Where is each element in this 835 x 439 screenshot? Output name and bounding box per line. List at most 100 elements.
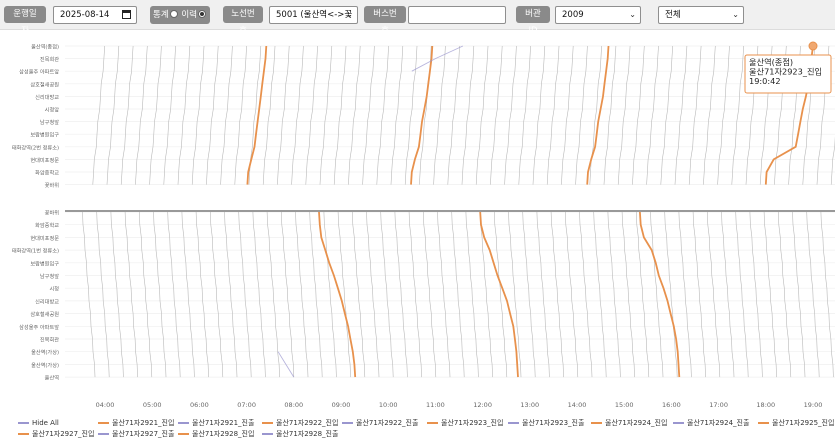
bus-trace-line (281, 211, 295, 378)
legend-swatch (342, 422, 353, 424)
bus-trace-line (195, 211, 209, 378)
filter-select[interactable]: 전체 ⌄ (658, 6, 744, 24)
legend-item[interactable]: 울산71자2923_진입 (427, 418, 503, 428)
stop-label: 태화강역(1번 정류소) (12, 247, 59, 255)
legend-swatch (591, 422, 602, 424)
x-tick-label: 06:00 (190, 401, 209, 409)
bus-trace-line (703, 45, 716, 185)
legend-item[interactable]: Hide All (18, 418, 59, 428)
legend-item[interactable]: 울산71자2924_진입 (591, 418, 667, 428)
bus-trace-line (266, 211, 280, 378)
chevron-down-icon: ⌄ (732, 10, 739, 19)
route-select[interactable]: 5001 (울산역<->꽃 ⌄ (269, 6, 358, 24)
stop-label: 삼호철새공원 (30, 310, 59, 318)
bus-trace-line (475, 45, 489, 185)
bus-trace-line (153, 211, 167, 378)
legend-item[interactable]: 울산71자2924_진출 (673, 418, 749, 428)
bus-trace-line (362, 45, 375, 185)
filter-value: 전체 (665, 10, 681, 20)
busno-input[interactable] (408, 6, 506, 24)
bus-trace-line (806, 211, 820, 378)
tooltip-line: 19:0:42 (749, 76, 781, 86)
bus-trace-line (707, 211, 721, 378)
x-tick-label: 09:00 (332, 401, 351, 409)
legend-swatch (98, 422, 109, 424)
bus-trace-line (210, 211, 224, 378)
stop-label: 현대미포정문 (30, 234, 59, 242)
bus-trace-line (763, 211, 777, 378)
mode-history-radio[interactable] (197, 10, 206, 18)
x-tick-label: 11:00 (426, 401, 445, 409)
legend-label: 울산71자2927_진입 (32, 430, 95, 438)
legend-label: 울산71자2924_진출 (687, 419, 750, 427)
legend-item[interactable]: 울산71자2927_진입 (18, 429, 94, 439)
bus-trace-line (820, 211, 834, 378)
bus-trace-line (536, 211, 550, 378)
vehicle-value: 2009 (562, 10, 584, 20)
legend-item[interactable]: 울산71자2927_진출 (98, 429, 174, 439)
legend-item[interactable]: 울산71자2928_진출 (262, 429, 338, 439)
chart-legend: Hide All 울산71자2921_진입 울산71자2921_진출 울산71자292… (0, 417, 835, 439)
stop-label: 울산역(종점) (31, 43, 59, 51)
x-tick-label: 08:00 (284, 401, 303, 409)
stop-label: 시청앞 (45, 106, 60, 114)
legend-item[interactable]: 울산71자2921_진입 (98, 418, 174, 428)
stop-label: 삼성울주 아파트앞 (19, 68, 59, 76)
bus-trace-line (546, 45, 560, 185)
vehicle-select[interactable]: 2009 ⌄ (555, 6, 641, 24)
bus-trace-line (110, 211, 124, 378)
bus-trace-line (139, 211, 153, 378)
legend-label: 울산71자2924_진입 (605, 419, 668, 427)
filter-toolbar: 운행일자 2025-08-14 통계 이력 노선번호 5001 (울산역<->꽃… (0, 0, 835, 36)
legend-item[interactable]: 울산71자2923_진출 (508, 418, 584, 428)
x-tick-label: 17:00 (709, 401, 728, 409)
stop-label: 보람병원입구 (30, 259, 59, 267)
legend-item[interactable]: 울산71자2921_진출 (178, 418, 254, 428)
bus-trace-line (390, 45, 404, 185)
bus-trace-line (778, 211, 792, 378)
bus-trace-line (735, 211, 749, 378)
legend-label: 울산71자2927_진출 (112, 430, 175, 438)
bus-trace-line (106, 45, 120, 185)
bus-trace-line (717, 45, 730, 185)
bus-trace-line (408, 211, 422, 378)
bus-trace-line (181, 211, 195, 378)
legend-item[interactable]: 울산71자2925_진입 (758, 418, 834, 428)
bus-trace-line (664, 211, 678, 378)
bus-trace-line (167, 211, 181, 378)
bus-trace-line (394, 211, 408, 378)
x-tick-label: 07:00 (237, 401, 256, 409)
stop-label: 남구청앞 (40, 118, 59, 126)
bus-trace-line (433, 45, 446, 185)
x-tick-label: 05:00 (143, 401, 162, 409)
bus-trace-line (447, 45, 460, 185)
bus-trace-line (277, 45, 290, 185)
bus-trace-line (617, 45, 631, 185)
bus-timetable-chart[interactable]: 울산역(종점)진목희관삼성울주 아파트앞삼호철새공원신리대방교시청앞남구청앞보람… (0, 31, 835, 417)
bus-trace-line (319, 45, 333, 185)
legend-item[interactable]: 울산71자2922_진입 (262, 418, 338, 428)
bus-trace-line (305, 45, 318, 185)
busno-label: 버스번호 (364, 6, 406, 36)
series-line (318, 211, 357, 378)
legend-label: 울산71자2928_진입 (192, 430, 255, 438)
series-line (639, 211, 681, 378)
legend-label: 울산71자2925_진입 (772, 419, 835, 427)
bus-trace-line (206, 45, 219, 185)
legend-label: 울산71자2921_진입 (112, 419, 175, 427)
date-input[interactable]: 2025-08-14 (53, 6, 137, 24)
legend-label: 울산71자2923_진입 (441, 419, 504, 427)
bus-trace-line (352, 211, 366, 378)
bus-trace-line (220, 45, 233, 185)
legend-item[interactable]: 울산71자2922_진출 (342, 418, 418, 428)
bus-trace-line (621, 211, 635, 378)
legend-item[interactable]: 울산71자2928_진입 (178, 429, 254, 439)
stop-label: 신리대방교 (35, 93, 59, 101)
x-tick-label: 10:00 (379, 401, 398, 409)
date-label: 운행일자 (4, 6, 46, 36)
bus-trace-line (423, 211, 437, 378)
mode-stats-label: 통계 (153, 10, 169, 20)
calendar-icon[interactable] (122, 10, 131, 19)
mode-stats-radio[interactable] (169, 10, 178, 18)
bus-trace-line (650, 211, 664, 378)
